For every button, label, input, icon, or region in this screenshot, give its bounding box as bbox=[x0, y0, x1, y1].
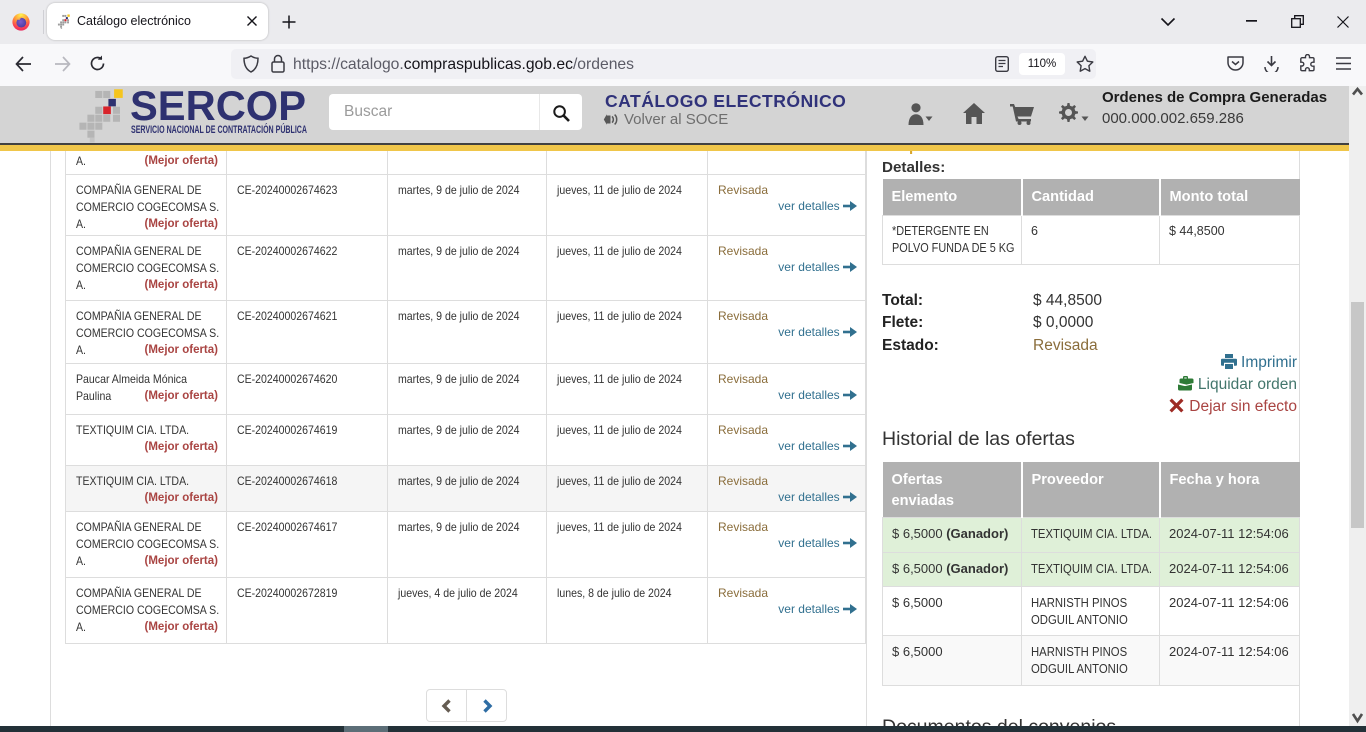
svg-text:SERVICIO NACIONAL DE CONTRATAC: SERVICIO NACIONAL DE CONTRATACIÓN PÚBLIC… bbox=[131, 123, 307, 136]
svg-text:SERCOP: SERCOP bbox=[130, 85, 306, 129]
